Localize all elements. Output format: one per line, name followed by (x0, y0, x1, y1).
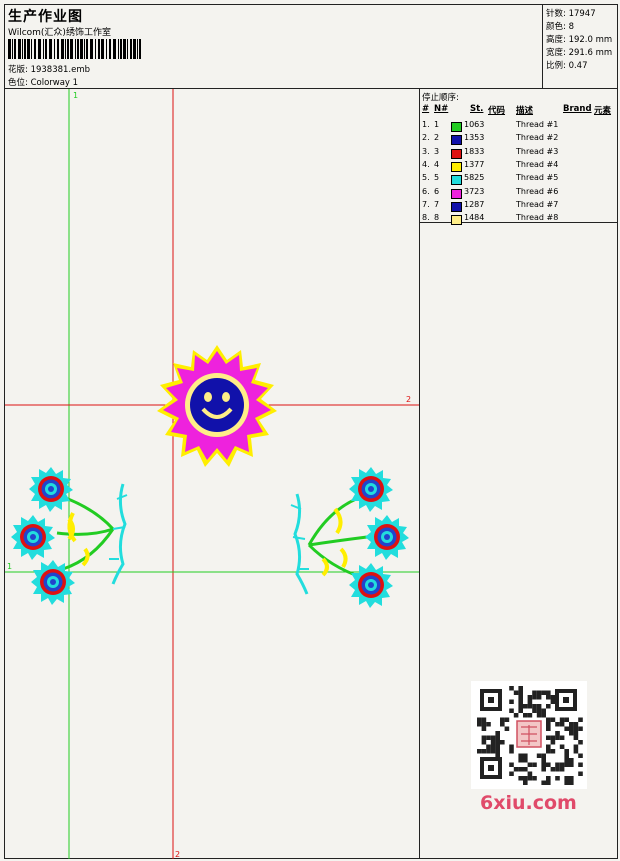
col-index: # (422, 104, 430, 114)
watermark-logo: 6xiu.com (480, 792, 577, 814)
row-index: 8. (422, 213, 430, 223)
barcode (8, 39, 141, 59)
row-desc: Thread #2 (516, 133, 559, 143)
row-needle: 7 (434, 199, 440, 209)
thread-row: 4. 4 1377 Thread #4 (420, 160, 617, 173)
row-code: 5825 (464, 173, 485, 183)
row-desc: Thread #3 (516, 146, 559, 156)
thread-row: 8. 8 1484 Thread #8 (420, 213, 617, 226)
header: 生产作业图 Wilcom(汇众)绣饰工作室 花版: 1938381.emb 色位… (5, 5, 617, 89)
color-swatch (451, 135, 462, 146)
row-desc: Thread #5 (516, 173, 559, 183)
row-index: 6. (422, 186, 430, 196)
row-desc: Thread #7 (516, 199, 559, 209)
thread-row: 5. 5 5825 Thread #5 (420, 173, 617, 186)
thread-row: 2. 2 1353 Thread #2 (420, 133, 617, 146)
row-needle: 6 (434, 186, 440, 196)
colorway: 色位: Colorway 1 (8, 78, 79, 88)
row-index: 3. (422, 146, 430, 156)
stop-sequence-title: 停止顺序: (422, 93, 459, 103)
col-code: 代码 (488, 106, 506, 116)
design-width: 宽度: 291.6 mm (546, 48, 613, 58)
row-code: 3723 (464, 186, 485, 196)
stitch-count: 针数: 17947 (546, 9, 596, 19)
color-swatch (451, 188, 462, 199)
row-needle: 5 (434, 173, 440, 183)
thread-row: 6. 6 3723 Thread #6 (420, 187, 617, 200)
design-canvas: 1 2 2 1 (5, 89, 419, 859)
row-code: 1484 (464, 213, 485, 223)
thread-row: 1. 1 1063 Thread #1 (420, 120, 617, 133)
worksheet-frame: 生产作业图 Wilcom(汇众)绣饰工作室 花版: 1938381.emb 色位… (4, 4, 618, 859)
color-count: 颜色: 8 (546, 22, 574, 32)
row-index: 7. (422, 199, 430, 209)
design-scale: 比例: 0.47 (546, 61, 588, 71)
row-needle: 2 (434, 133, 440, 143)
color-swatch (451, 201, 462, 212)
design-height: 高度: 192.0 mm (546, 35, 613, 45)
row-index: 1. (422, 120, 430, 129)
guide-v1-label: 1 (73, 91, 78, 100)
thread-row: 7. 7 1287 Thread #7 (420, 200, 617, 213)
col-st: St. (470, 104, 484, 114)
row-code: 1377 (464, 159, 485, 169)
row-code: 1353 (464, 133, 485, 143)
color-swatch (451, 161, 462, 172)
row-index: 4. (422, 159, 430, 169)
row-desc: Thread #6 (516, 186, 559, 196)
col-brand: Brand (563, 104, 592, 114)
page-title: 生产作业图 (8, 9, 83, 25)
left-bouquet (11, 467, 128, 605)
stop-sequence-panel: 停止顺序: # N# St. 代码 描述 Brand 元素 1. 1 1063 Thr… (420, 89, 617, 226)
color-swatch (451, 175, 462, 186)
row-code: 1833 (464, 146, 485, 156)
row-needle: 4 (434, 159, 440, 169)
stats-box: 针数: 17947 颜色: 8 高度: 192.0 mm 宽度: 291.6 m… (542, 5, 618, 88)
qr-code (471, 681, 587, 789)
guide-v2-label: 2 (175, 850, 180, 859)
row-desc: Thread #8 (516, 213, 559, 223)
color-swatch (451, 148, 462, 159)
col-desc: 描述 (516, 106, 534, 116)
right-bouquet (290, 467, 409, 608)
studio-name: Wilcom(汇众)绣饰工作室 (8, 28, 111, 38)
row-needle: 3 (434, 146, 440, 156)
thread-row: 3. 3 1833 Thread #3 (420, 147, 617, 160)
design-file: 花版: 1938381.emb (8, 65, 91, 75)
row-needle: 8 (434, 213, 440, 223)
row-index: 5. (422, 173, 430, 183)
guide-h1-label: 1 (7, 562, 12, 571)
row-code: 1287 (464, 199, 485, 209)
color-swatch (451, 122, 462, 132)
row-index: 2. (422, 133, 430, 143)
design-preview: 1 2 2 1 (5, 89, 420, 859)
guide-h2-label: 2 (406, 395, 411, 404)
row-desc: Thread #4 (516, 159, 559, 169)
col-needle: N# (434, 104, 449, 114)
row-desc: Thread #1 (516, 120, 559, 129)
row-needle: 1 (434, 120, 440, 129)
sun-motif (157, 345, 277, 467)
col-element: 元素 (594, 106, 612, 116)
row-code: 1063 (464, 120, 485, 129)
color-swatch (451, 215, 462, 226)
